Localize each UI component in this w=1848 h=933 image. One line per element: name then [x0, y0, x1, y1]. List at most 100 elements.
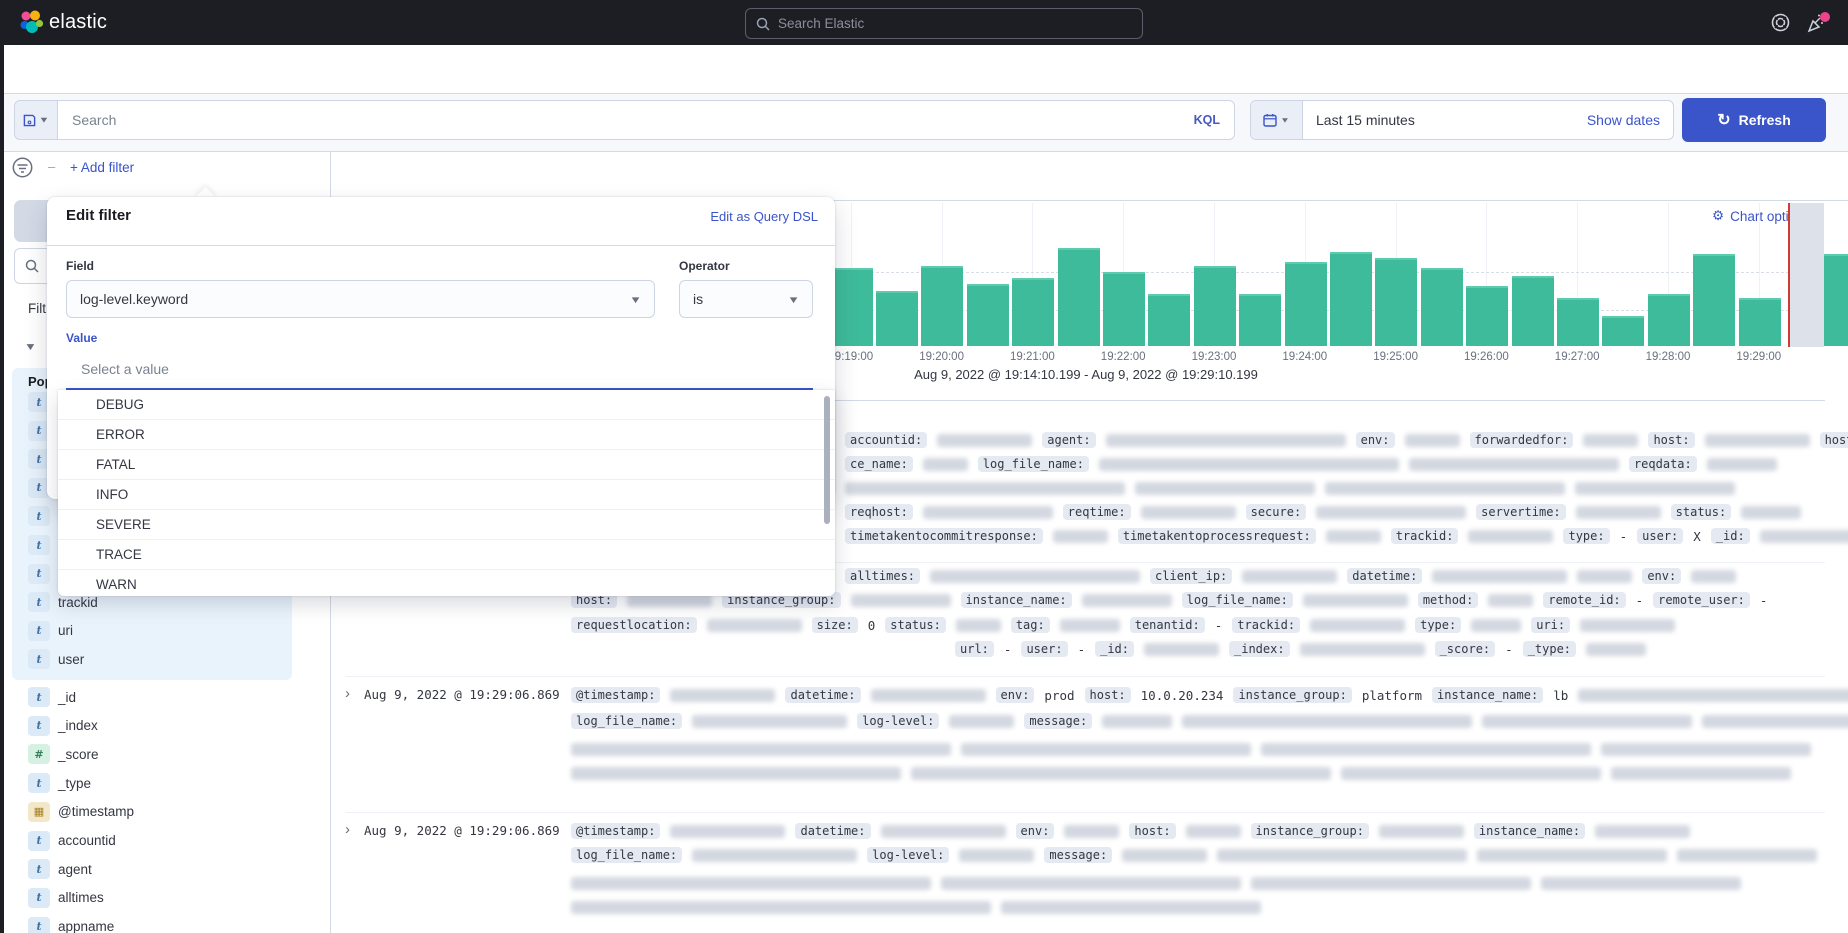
histogram-bar[interactable]	[1466, 286, 1508, 346]
sidebar-filter-by-type[interactable]: Filt	[28, 301, 46, 316]
histogram-bar[interactable]	[1058, 248, 1100, 346]
value-option-severe[interactable]: SEVERE	[58, 510, 835, 540]
field-label: _score	[58, 747, 99, 762]
sidebar-field-item-_id[interactable]: t_id	[0, 685, 330, 709]
value-option-debug[interactable]: DEBUG	[58, 390, 835, 420]
expand-row-icon[interactable]: ›	[345, 821, 350, 838]
x-axis-tick-label: 19:22:00	[1101, 351, 1146, 363]
sidebar-field-item-user[interactable]: tuser	[0, 647, 330, 671]
field-name-badge: env:	[1642, 568, 1681, 584]
field-value: -	[1636, 593, 1644, 608]
redacted-value	[1082, 594, 1172, 607]
value-option-trace[interactable]: TRACE	[58, 540, 835, 570]
histogram-bar[interactable]	[1012, 278, 1054, 346]
redacted-value	[1595, 825, 1690, 838]
time-range-value[interactable]: Last 15 minutes	[1316, 112, 1587, 128]
kql-search-input[interactable]: Search KQL	[57, 100, 1235, 140]
field-name-badge: status:	[885, 617, 946, 633]
histogram-bar[interactable]	[1103, 272, 1145, 346]
field-name-badge: remote_user:	[1653, 592, 1750, 608]
app-toolbar: D Discover ✓ OptionsNewOpenShareInspect …	[0, 45, 1848, 93]
doc-row-line	[845, 479, 1735, 497]
value-option-info[interactable]: INFO	[58, 480, 835, 510]
histogram-bar[interactable]	[1648, 294, 1690, 346]
histogram-bar[interactable]	[967, 284, 1009, 346]
sidebar-field-item-_score[interactable]: #_score	[0, 742, 330, 766]
edit-as-query-dsl-link[interactable]: Edit as Query DSL	[608, 209, 818, 224]
field-name-badge: requestlocation:	[571, 617, 697, 633]
field-label: agent	[58, 862, 92, 877]
histogram-bar[interactable]	[1148, 294, 1190, 346]
histogram-bar[interactable]	[876, 291, 918, 346]
redacted-value	[1300, 643, 1425, 656]
histogram-bar[interactable]	[1285, 262, 1327, 346]
date-quick-select-button[interactable]: ▼	[1251, 101, 1303, 139]
histogram-bar[interactable]	[1330, 252, 1372, 346]
field-name-badge: host:	[1085, 687, 1131, 703]
histogram-bar[interactable]	[1375, 258, 1417, 346]
string-type-icon: t	[28, 859, 50, 879]
sidebar-field-item-appname[interactable]: tappname	[0, 915, 330, 933]
sidebar-field-item-_type[interactable]: t_type	[0, 771, 330, 795]
histogram-bar[interactable]	[1421, 268, 1463, 346]
value-combobox-input[interactable]: Select a value	[66, 350, 813, 390]
histogram-bar[interactable]	[1512, 276, 1554, 346]
doc-row-line: log_file_name:log-level:message:	[571, 712, 1848, 730]
sidebar-field-item-agent[interactable]: tagent	[0, 857, 330, 881]
redacted-value	[1471, 619, 1521, 632]
sidebar-field-item-@timestamp[interactable]: ▦@timestamp	[0, 800, 330, 824]
saved-query-icon	[23, 114, 36, 127]
field-label: appname	[58, 919, 114, 933]
field-combobox[interactable]: log-level.keyword ▼	[66, 280, 655, 318]
redacted-value	[1186, 825, 1241, 838]
histogram-bar[interactable]	[1557, 298, 1599, 346]
sidebar-field-item-_index[interactable]: t_index	[0, 714, 330, 738]
redacted-value	[937, 434, 1032, 447]
value-option-label: DEBUG	[96, 397, 144, 412]
histogram-bar[interactable]	[921, 266, 963, 346]
string-type-icon: t	[28, 506, 50, 526]
sidebar-field-item-accountid[interactable]: taccountid	[0, 829, 330, 853]
histogram-bar[interactable]	[831, 268, 873, 346]
histogram-bar[interactable]	[1693, 254, 1735, 346]
chevron-down-icon[interactable]: ▼	[24, 341, 37, 353]
brand-name[interactable]: elastic	[49, 11, 107, 34]
redacted-value	[911, 767, 1331, 780]
histogram-bar[interactable]	[1739, 298, 1781, 346]
doc-row-line: accountid:agent:env:forwardedfor:host:ho…	[845, 431, 1848, 449]
search-placeholder: Search	[72, 112, 1194, 128]
value-option-warn[interactable]: WARN	[58, 570, 835, 596]
field-value: 0	[868, 618, 876, 633]
elastic-logo-icon[interactable]	[17, 9, 45, 37]
popover-divider	[47, 245, 835, 246]
help-icon[interactable]	[1771, 13, 1790, 32]
show-dates-button[interactable]: Show dates	[1587, 112, 1660, 128]
news-feed-icon[interactable]	[1806, 12, 1832, 34]
histogram-bar-partial[interactable]	[1824, 254, 1848, 346]
search-icon	[756, 17, 770, 31]
saved-query-menu-button[interactable]: ▼	[14, 100, 58, 140]
global-search-input[interactable]: Search Elastic	[745, 8, 1143, 39]
value-option-label: INFO	[96, 487, 128, 502]
redacted-value	[1316, 506, 1466, 519]
add-filter-button[interactable]: + Add filter	[70, 160, 134, 175]
operator-select[interactable]: is ▼	[679, 280, 813, 318]
histogram-bar[interactable]	[1194, 266, 1236, 346]
string-type-icon: t	[28, 535, 50, 555]
field-name-badge: timetakentoprocessrequest:	[1118, 528, 1316, 544]
sidebar-field-item-alltimes[interactable]: talltimes	[0, 886, 330, 910]
field-value: -	[1760, 593, 1768, 608]
kql-language-button[interactable]: KQL	[1194, 113, 1220, 127]
refresh-button[interactable]: ↻ Refresh	[1682, 98, 1826, 142]
string-type-icon: t	[28, 773, 50, 793]
x-axis-tick-label: 19:24:00	[1282, 351, 1327, 363]
expand-row-icon[interactable]: ›	[345, 685, 350, 702]
value-option-error[interactable]: ERROR	[58, 420, 835, 450]
sidebar-field-item-uri[interactable]: turi	[0, 619, 330, 643]
redacted-value	[571, 877, 931, 890]
dropdown-scrollbar[interactable]	[824, 396, 830, 524]
value-option-fatal[interactable]: FATAL	[58, 450, 835, 480]
filter-icon[interactable]	[12, 157, 33, 178]
histogram-bar[interactable]	[1602, 316, 1644, 346]
histogram-bar[interactable]	[1239, 294, 1281, 346]
